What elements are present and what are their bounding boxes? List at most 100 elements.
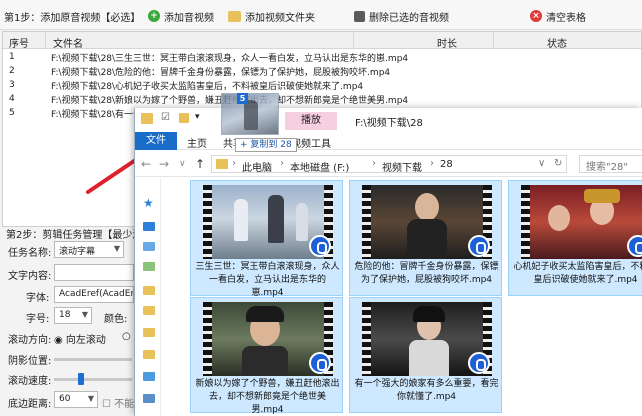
- video-player-icon: [309, 235, 331, 257]
- drag-thumbnail: [221, 93, 279, 135]
- chevron-down-icon[interactable]: ∨: [538, 158, 545, 169]
- task-name-select[interactable]: 滚动字幕 ▼: [54, 241, 124, 258]
- clear-icon: ×: [530, 10, 542, 22]
- folder-icon: [228, 10, 241, 22]
- add-folder-button[interactable]: 添加视频文件夹: [228, 8, 315, 24]
- pictures-icon[interactable]: [143, 262, 155, 271]
- direction-left-radio[interactable]: ◉ 向左滚动: [54, 331, 106, 346]
- file-name: 心机妃子收买太监陷害皇后，不料被皇后识破使她就来了.mp4: [513, 262, 642, 285]
- back-arrow-icon[interactable]: ←: [141, 157, 151, 171]
- file-tile[interactable]: 危险的他：冒牌千金身份暴露，保镖为了保护她，屁股被狗咬坏.mp4: [349, 180, 502, 296]
- row-number: 5: [9, 108, 15, 118]
- chevron-right-icon: ›: [280, 158, 284, 169]
- toolbar: 第1步：添加原音视频【必选】 + 添加音视频 添加视频文件夹 删除已选的音视频 …: [0, 0, 642, 30]
- quick-access-dropdown-icon[interactable]: ▾: [195, 112, 200, 122]
- video-thumbnail: [203, 302, 333, 376]
- table-row[interactable]: 2 F:\视频下载\28\危险的他：冒牌千金身份暴露，保镖为了保护她，屁股被狗咬…: [3, 64, 641, 78]
- downloads-icon[interactable]: [143, 222, 155, 231]
- column-header-filename[interactable]: 文件名: [53, 35, 83, 50]
- video-thumbnail: [203, 185, 333, 259]
- navigation-pane[interactable]: ★: [135, 178, 161, 416]
- breadcrumb-28[interactable]: 28: [440, 159, 453, 170]
- file-tile[interactable]: 心机妃子收买太监陷害皇后，不料被皇后识破使她就来了.mp4: [508, 180, 642, 296]
- search-placeholder: 搜索"28": [586, 162, 628, 173]
- row-filename: F:\视频下载\28\三生三世：冥王带白滚滚现身，众人一看白发，立马认出是东华的…: [51, 54, 409, 64]
- breadcrumb[interactable]: › 此电脑 › 本地磁盘 (F:) › 视频下载 › 28 ∨ ↻: [211, 155, 567, 174]
- breadcrumb-this-pc[interactable]: 此电脑: [242, 159, 272, 174]
- folder-icon[interactable]: [143, 350, 155, 359]
- chevron-right-icon: ›: [232, 158, 236, 169]
- speed-slider[interactable]: [54, 378, 132, 381]
- bottom-distance-select[interactable]: 60 ▼: [54, 391, 98, 408]
- font-size-select[interactable]: 18 ▼: [54, 307, 92, 324]
- font-label: 字体:: [26, 293, 50, 304]
- video-player-icon: [627, 235, 642, 257]
- direction-other-radio[interactable]: ○: [122, 331, 131, 342]
- window-title-path: F:\视频下载\28: [355, 118, 423, 129]
- quick-access-star-icon[interactable]: ★: [143, 196, 154, 210]
- search-input[interactable]: 搜索"28": [579, 155, 642, 173]
- bottom-distance-label: 底边距离:: [8, 399, 52, 410]
- tab-home[interactable]: 主页: [187, 135, 207, 150]
- text-content-input[interactable]: [54, 264, 134, 281]
- drag-count-badge: 5: [237, 93, 248, 104]
- speed-slider-thumb[interactable]: [78, 373, 84, 385]
- recent-dropdown-icon[interactable]: ∨: [179, 159, 186, 169]
- up-arrow-icon[interactable]: ↑: [195, 157, 205, 171]
- this-pc-icon[interactable]: [143, 394, 155, 403]
- file-name: 三生三世：冥王带白滚滚现身，众人一看白发，立马认出是东华的崽.mp4: [195, 262, 340, 298]
- onedrive-icon[interactable]: [143, 372, 155, 381]
- row-filename: F:\视频下载\28\危险的他：冒牌千金身份暴露，保镖为了保护她，屁股被狗咬坏.…: [51, 68, 391, 78]
- add-folder-label: 添加视频文件夹: [245, 12, 315, 24]
- video-player-icon: [468, 352, 490, 374]
- table-row[interactable]: 1 F:\视频下载\28\三生三世：冥王带白滚滚现身，众人一看白发，立马认出是东…: [3, 50, 641, 64]
- task-name-value: 滚动字幕: [59, 247, 96, 257]
- check-icon[interactable]: ☑: [161, 112, 170, 123]
- font-select[interactable]: AcadEref(AcadEref: [54, 286, 134, 303]
- table-row[interactable]: 3 F:\视频下载\28\心机妃子收买太监陷害皇后，不料被皇后识破使她就来了.m…: [3, 78, 641, 92]
- bottom-distance-value: 60: [59, 394, 71, 404]
- file-tile[interactable]: 有一个强大的娘家有多么重要，看完你就懂了.mp4: [349, 297, 502, 413]
- chevron-down-icon: ▼: [113, 244, 120, 253]
- folder-icon[interactable]: [143, 306, 155, 315]
- clear-table-label: 清空表格: [546, 12, 586, 24]
- column-header-no[interactable]: 序号: [9, 35, 29, 50]
- step1-label: 第1步：添加原音视频【必选】: [4, 12, 141, 24]
- add-video-label: 添加音视频: [164, 12, 214, 24]
- folder-icon[interactable]: [143, 286, 155, 295]
- row-number: 2: [9, 66, 15, 76]
- column-header-duration[interactable]: 时长: [437, 35, 457, 50]
- file-tile[interactable]: 新娘以为嫁了个野兽，嫌丑赶他滚出去，却不想新郎竟是个绝世美男.mp4: [190, 297, 343, 415]
- chevron-down-icon: ▼: [81, 310, 88, 319]
- color-label: 颜色:: [104, 314, 128, 325]
- breadcrumb-video-downloads[interactable]: 视频下载: [382, 159, 422, 174]
- refresh-icon[interactable]: ↻: [554, 158, 562, 169]
- chevron-right-icon: ›: [372, 158, 376, 169]
- row-number: 1: [9, 52, 15, 62]
- new-folder-icon[interactable]: [179, 113, 189, 123]
- tab-file[interactable]: 文件: [135, 132, 177, 150]
- row-number: 4: [9, 94, 15, 104]
- add-video-button[interactable]: + 添加音视频: [148, 8, 214, 24]
- plus-icon: +: [148, 10, 160, 22]
- forward-arrow-icon[interactable]: →: [159, 157, 169, 171]
- chevron-down-icon: ▼: [87, 394, 94, 403]
- breadcrumb-drive-f[interactable]: 本地磁盘 (F:): [290, 159, 349, 174]
- folder-icon: [216, 159, 228, 169]
- video-player-icon: [309, 352, 331, 374]
- text-content-label: 文字内容:: [8, 271, 52, 282]
- shadow-slider[interactable]: [54, 358, 132, 361]
- folder-icon: [141, 113, 153, 124]
- clear-table-button[interactable]: × 清空表格: [530, 8, 586, 24]
- table-row[interactable]: 4 F:\视频下载\28\新娘以为嫁了个野兽，嫌丑赶他滚出去，却不想新郎竟是个绝…: [3, 92, 641, 106]
- tab-play[interactable]: 播放: [285, 112, 337, 130]
- documents-icon[interactable]: [143, 242, 155, 251]
- column-header-status[interactable]: 状态: [547, 35, 567, 50]
- delete-selected-button[interactable]: 删除已选的音视频: [354, 8, 449, 24]
- folder-icon[interactable]: [143, 328, 155, 337]
- scroll-direction-label: 滚动方向:: [8, 335, 52, 346]
- file-tile[interactable]: 三生三世：冥王带白滚滚现身，众人一看白发，立马认出是东华的崽.mp4: [190, 180, 343, 298]
- drag-preview: 5 + 复制到 28: [211, 93, 297, 155]
- table-header: 序号 文件名 时长 状态: [3, 32, 641, 50]
- font-size-value: 18: [59, 310, 71, 320]
